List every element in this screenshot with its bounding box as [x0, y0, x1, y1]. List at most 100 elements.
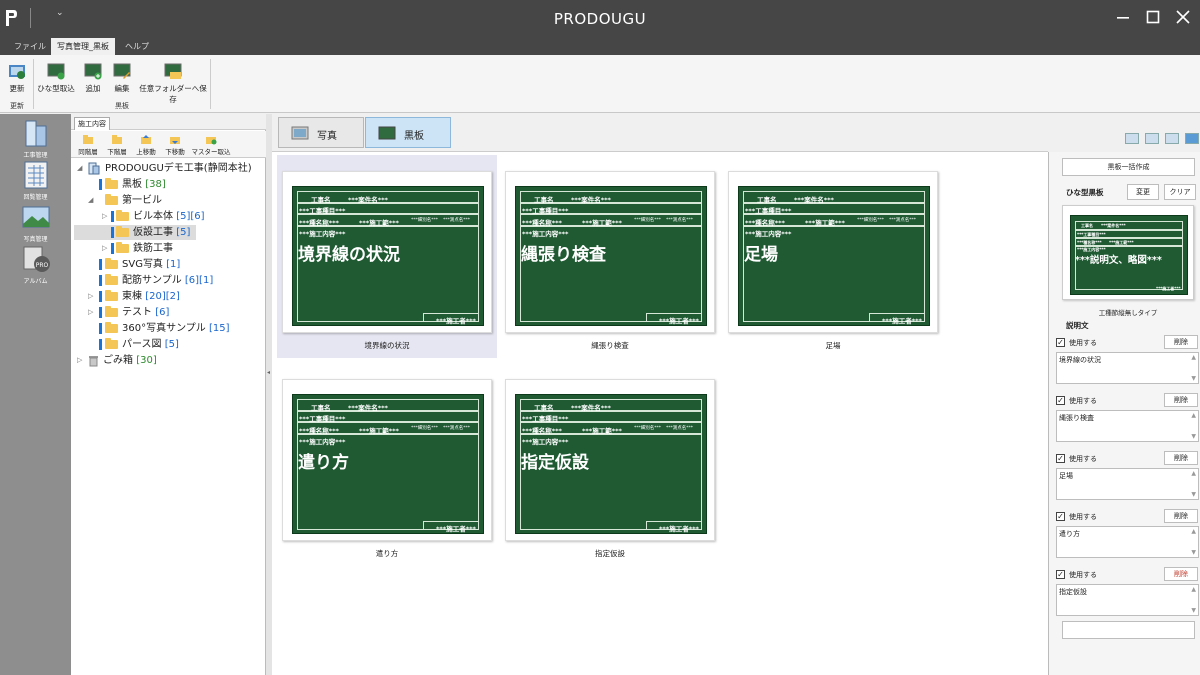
master-import-button[interactable]: マスター取込	[191, 134, 231, 156]
nav-project-management[interactable]: 工事管理	[0, 118, 71, 159]
expand-arrow-icon[interactable]: ▷	[77, 353, 82, 368]
tree-node-east-wing[interactable]: ▷ 東棟 [20][2]	[71, 289, 261, 304]
detail-view-icon[interactable]	[1165, 133, 1179, 144]
board-view-icon[interactable]	[1185, 133, 1199, 144]
use-label: 使用する	[1069, 455, 1097, 463]
expand-arrow-icon[interactable]: ▷	[88, 289, 93, 304]
delete-button[interactable]: 削除	[1164, 393, 1198, 407]
edit-board-button[interactable]: 編集	[110, 62, 134, 94]
nav-album[interactable]: PRO アルバム	[0, 244, 71, 285]
scroll-down-icon[interactable]: ▼	[1191, 433, 1196, 440]
use-checkbox[interactable]: ✓	[1056, 396, 1065, 405]
description-textarea[interactable]: 指定仮設 ▲ ▼	[1056, 584, 1199, 616]
expand-arrow-icon[interactable]: ▷	[88, 305, 93, 320]
nav-photo-management[interactable]: 写真管理	[0, 202, 71, 243]
collapse-arrow-icon[interactable]: ◢	[88, 193, 93, 208]
scroll-up-icon[interactable]: ▲	[1191, 528, 1196, 535]
same-level-button[interactable]: 同階層	[75, 134, 101, 156]
menu-tab-help[interactable]: ヘルプ	[119, 38, 155, 55]
board-field: ***細別名***	[411, 426, 438, 431]
board-card-frame[interactable]: 工事名 ***案件名*** ***工事種目*** ***種名称*** ***施工…	[505, 171, 715, 333]
tree-node-360-photos[interactable]: 360°写真サンプル [15]	[71, 321, 261, 336]
import-template-button[interactable]: ひな型取込	[36, 62, 76, 94]
collapse-arrow-icon[interactable]: ◢	[77, 161, 82, 176]
board-card-frame[interactable]: 工事名 ***案件名*** ***工事種目*** ***種名称*** ***施工…	[282, 171, 492, 333]
move-down-button[interactable]: 下移動	[162, 134, 188, 156]
tree-node-label: 鉄筋工事	[133, 243, 173, 254]
menu-tab-photo-board[interactable]: 写真管理_黒板	[51, 38, 115, 55]
scroll-down-icon[interactable]: ▼	[1191, 491, 1196, 498]
tree-node-root[interactable]: ◢ PRODOUGUデモ工事(静岡本社)	[71, 161, 261, 176]
board-title: 遣り方	[298, 453, 349, 473]
splitter-grip-icon: ◂	[267, 369, 271, 376]
sub-level-button[interactable]: 下階層	[104, 134, 130, 156]
tree-node-label: 仮設工事	[133, 227, 173, 238]
expand-arrow-icon[interactable]: ▷	[102, 241, 107, 256]
tree-node-perspective[interactable]: パース図 [5]	[71, 337, 261, 352]
description-textarea[interactable]: 遣り方 ▲ ▼	[1056, 526, 1199, 558]
tree-node-rebar-works[interactable]: ▷ 鉄筋工事	[71, 241, 261, 256]
board-field: ***測点名***	[889, 218, 916, 223]
app-title: PRODOUGU	[553, 10, 647, 28]
scroll-down-icon[interactable]: ▼	[1191, 607, 1196, 614]
use-checkbox[interactable]: ✓	[1056, 454, 1065, 463]
board-card-frame[interactable]: 工事名 ***案件名*** ***工事種目*** ***種名称*** ***施工…	[282, 379, 492, 541]
folder-icon	[116, 226, 129, 237]
scroll-up-icon[interactable]: ▲	[1191, 412, 1196, 419]
description-textarea[interactable]: 足場 ▲ ▼	[1056, 468, 1199, 500]
tree-node-rebar-sample[interactable]: 配筋サンプル [6][1]	[71, 273, 261, 288]
tree-node-blackboard[interactable]: 黒板 [38]	[71, 177, 261, 192]
tree-node-test[interactable]: ▷ テスト [6]	[71, 305, 261, 320]
move-up-button[interactable]: 上移動	[133, 134, 159, 156]
refresh-button[interactable]: 更新	[5, 62, 29, 94]
board-field: ***施工内容***	[522, 438, 569, 446]
close-icon[interactable]	[1173, 7, 1193, 27]
list-view-icon[interactable]	[1125, 133, 1139, 144]
scroll-down-icon[interactable]: ▼	[1191, 549, 1196, 556]
description-textarea[interactable]: 縄張り検査 ▲ ▼	[1056, 410, 1199, 442]
description-textarea[interactable]: 境界線の状況 ▲ ▼	[1056, 352, 1199, 384]
description-text: 境界線の状況	[1059, 356, 1101, 364]
scroll-up-icon[interactable]: ▲	[1191, 586, 1196, 593]
tab-construction-content[interactable]: 施工内容	[74, 117, 110, 130]
board-card-frame[interactable]: 工事名 ***案件名*** ***工事種目*** ***種名称*** ***施工…	[505, 379, 715, 541]
clear-button[interactable]: クリア	[1164, 184, 1196, 200]
tree-node-count: [5]	[164, 339, 179, 350]
board-edit-icon	[113, 63, 131, 79]
maximize-icon[interactable]	[1143, 7, 1163, 27]
board-title: 縄張り検査	[521, 245, 606, 265]
folder-icon	[105, 258, 118, 269]
board-card-frame[interactable]: 工事名 ***案件名*** ***工事種目*** ***種名称*** ***施工…	[728, 171, 938, 333]
delete-button[interactable]: 削除	[1164, 567, 1198, 581]
tree-node-building-body[interactable]: ▷ ビル本体 [5][6]	[71, 209, 261, 224]
save-to-folder-button[interactable]: 任意フォルダーへ保存	[139, 62, 207, 105]
expand-arrow-icon[interactable]: ▷	[102, 209, 107, 224]
tree-node-temporary-works[interactable]: 仮設工事 [5]	[74, 225, 196, 240]
nav-circulation[interactable]: 回覧管理	[0, 160, 71, 201]
scroll-down-icon[interactable]: ▼	[1191, 375, 1196, 382]
menu-tab-file[interactable]: ファイル	[8, 38, 52, 55]
use-checkbox[interactable]: ✓	[1056, 570, 1065, 579]
tree-node-trash[interactable]: ▷ ごみ箱 [30]	[71, 353, 261, 368]
change-button[interactable]: 変更	[1127, 184, 1159, 200]
tree-node-first-building[interactable]: ◢ 第一ビル	[71, 193, 261, 208]
scroll-up-icon[interactable]: ▲	[1191, 470, 1196, 477]
board-field: ***案件名***	[348, 196, 388, 204]
tree-node-svg-photos[interactable]: SVG写真 [1]	[71, 257, 261, 272]
grid-view-icon[interactable]	[1145, 133, 1159, 144]
tab-photo[interactable]: 写真	[278, 117, 364, 148]
tab-blackboard[interactable]: 黒板	[365, 117, 451, 148]
delete-button[interactable]: 削除	[1164, 451, 1198, 465]
minimize-icon[interactable]	[1113, 7, 1133, 27]
use-checkbox[interactable]: ✓	[1056, 512, 1065, 521]
bulk-create-button[interactable]: 黒板一括作成	[1062, 158, 1195, 176]
add-board-button[interactable]: 追加	[81, 62, 105, 94]
empty-input-field[interactable]	[1062, 621, 1195, 639]
tree-node-count: [38]	[145, 179, 166, 190]
scroll-up-icon[interactable]: ▲	[1191, 354, 1196, 361]
tree-marker	[99, 339, 102, 350]
delete-button[interactable]: 削除	[1164, 335, 1198, 349]
board-field: ***施工内容***	[299, 230, 346, 238]
use-checkbox[interactable]: ✓	[1056, 338, 1065, 347]
delete-button[interactable]: 削除	[1164, 509, 1198, 523]
